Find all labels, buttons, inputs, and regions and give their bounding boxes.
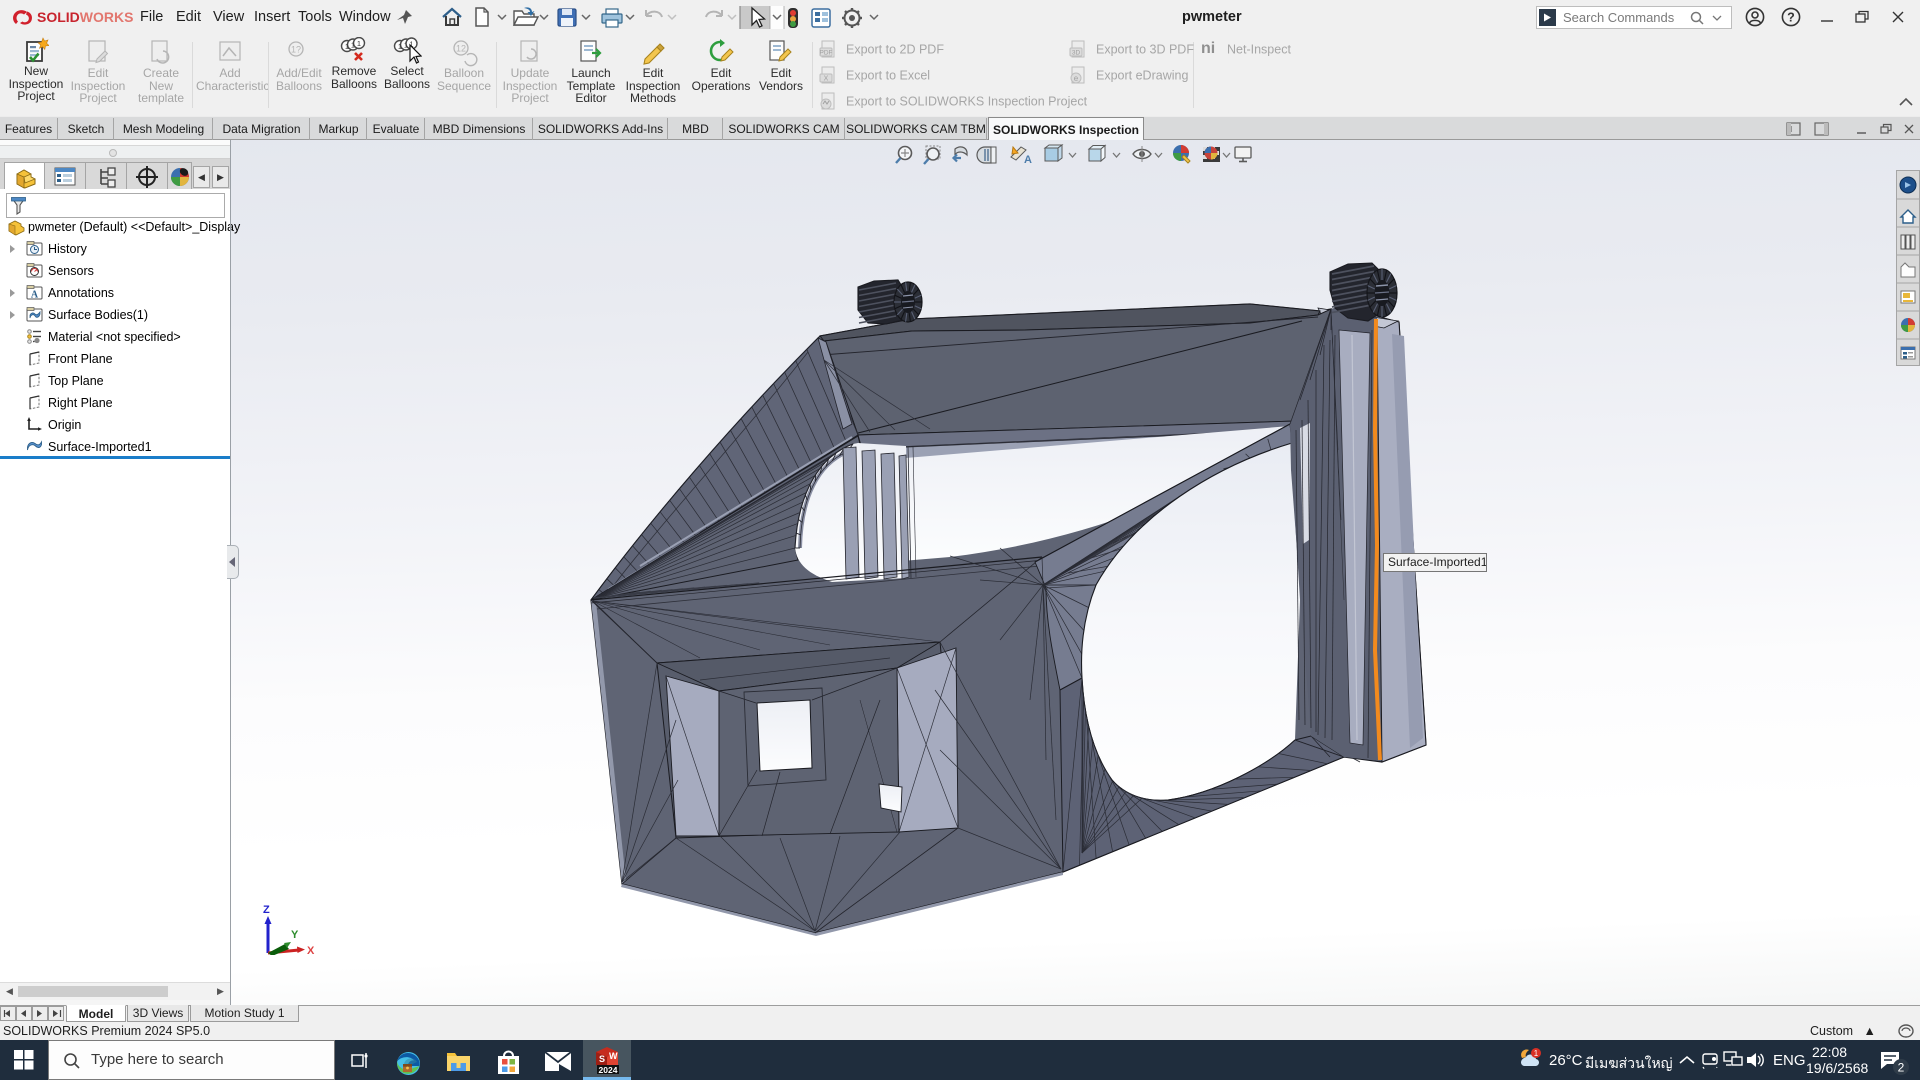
svg-text:Z: Z xyxy=(263,904,270,916)
svg-text:1: 1 xyxy=(357,39,361,48)
svg-text:W: W xyxy=(609,1051,618,1061)
svg-text:1: 1 xyxy=(404,41,408,50)
svg-text:3D: 3D xyxy=(1072,49,1081,56)
svg-text:1: 1 xyxy=(345,42,349,51)
svg-text:1: 1 xyxy=(351,41,355,50)
svg-text:2: 2 xyxy=(1898,1061,1905,1075)
svg-text:e: e xyxy=(1074,74,1079,83)
svg-text:SOLIDWORKS: SOLIDWORKS xyxy=(37,9,133,25)
svg-text:X: X xyxy=(824,75,829,82)
svg-text:S: S xyxy=(599,1054,605,1064)
svg-text:1: 1 xyxy=(1534,1049,1539,1058)
svg-text:PDF: PDF xyxy=(820,49,833,56)
svg-text:Y: Y xyxy=(291,929,299,941)
svg-text:1?: 1? xyxy=(291,45,301,55)
svg-text:2024: 2024 xyxy=(599,1065,618,1075)
svg-text:A: A xyxy=(1024,154,1032,166)
svg-text:12: 12 xyxy=(456,44,466,54)
svg-text:X: X xyxy=(307,945,315,955)
svg-text:?: ? xyxy=(1787,11,1795,25)
svg-text:A: A xyxy=(31,290,39,301)
svg-text:ni: ni xyxy=(1201,40,1215,57)
svg-text:1: 1 xyxy=(398,42,402,51)
